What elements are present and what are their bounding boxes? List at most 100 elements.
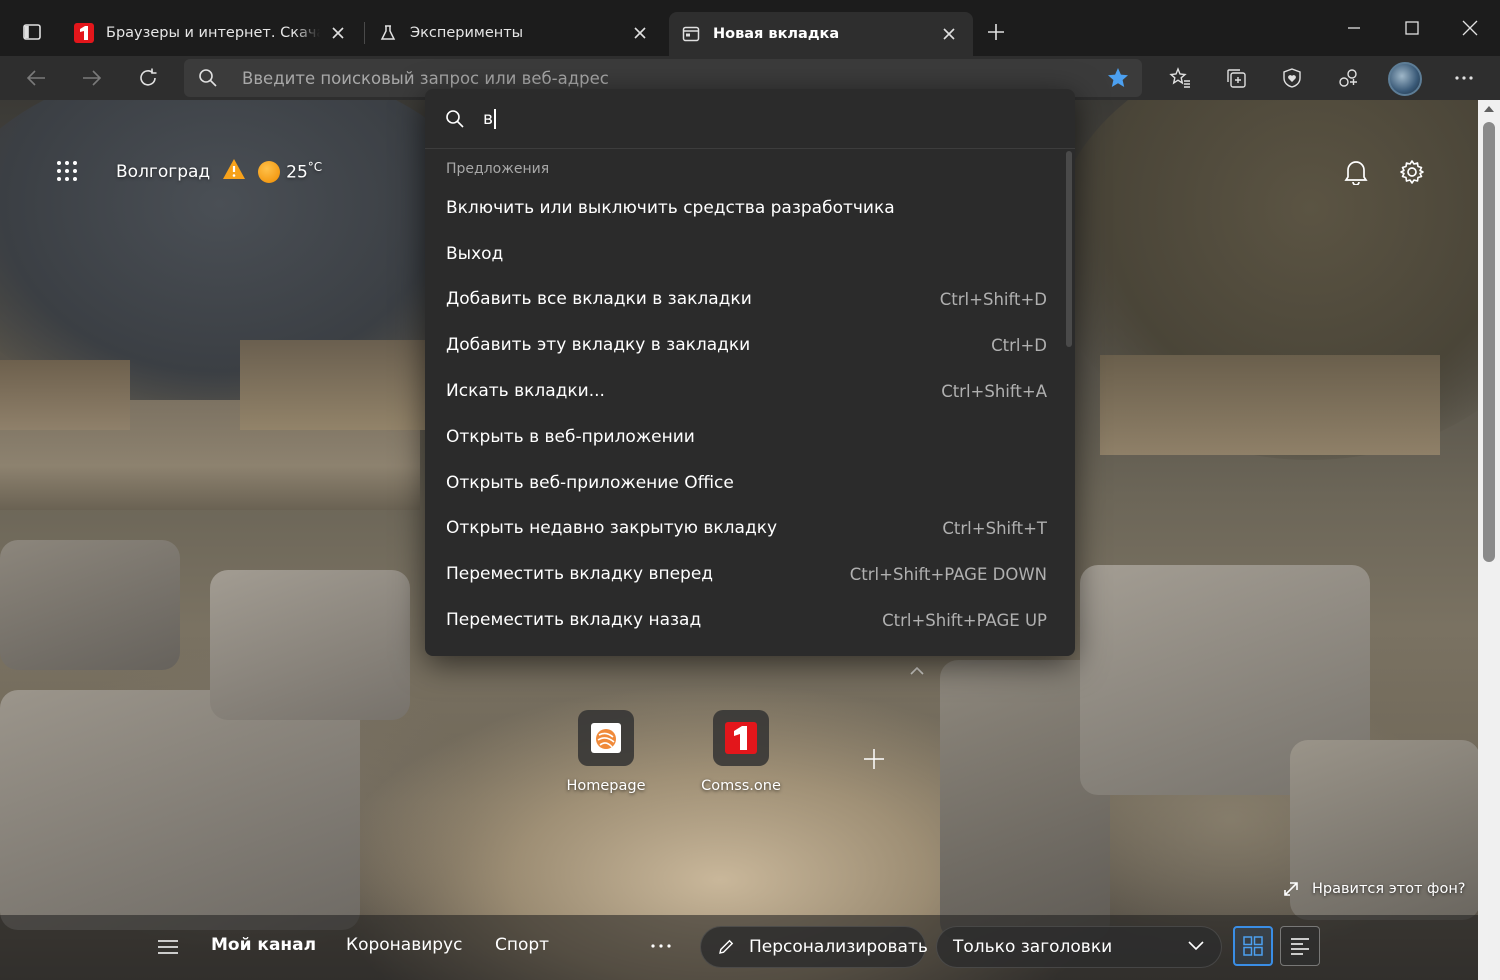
feed-navigation-bar: Мой канал Коронавирус Спорт Персонализир… xyxy=(0,915,1478,980)
maximize-button[interactable] xyxy=(1394,10,1430,46)
settings-and-more-button[interactable] xyxy=(1446,60,1482,96)
feed-view-select[interactable]: Только заголовки xyxy=(936,926,1222,968)
tab-new-tab[interactable]: Новая вкладка xyxy=(669,12,973,56)
weather-alert-icon xyxy=(222,158,246,185)
tab-actions-icon xyxy=(23,24,41,40)
hamburger-icon xyxy=(158,940,178,954)
suggestion-item[interactable]: Переместить вкладку вперед Ctrl+Shift+PAG… xyxy=(425,551,1075,597)
arrow-left-icon xyxy=(26,70,45,86)
suggestion-item[interactable]: Открыть в веб-приложении xyxy=(425,414,1075,460)
weather-city: Волгоград xyxy=(116,161,211,182)
quick-link-homepage[interactable]: Homepage xyxy=(551,710,661,794)
feed-tab-coronavirus[interactable]: Коронавирус xyxy=(346,935,462,955)
tab-close-button[interactable] xyxy=(937,22,961,46)
feed-more-button[interactable] xyxy=(646,933,676,959)
command-palette-search[interactable]: в xyxy=(425,89,1075,149)
app-launcher-button[interactable] xyxy=(52,156,82,186)
new-tab-button[interactable] xyxy=(980,16,1012,48)
tab-actions-button[interactable] xyxy=(14,14,50,50)
background-ruin xyxy=(240,340,430,430)
suggestion-shortcut: Ctrl+D xyxy=(991,335,1047,355)
suggestion-label: Открыть в веб-приложении xyxy=(446,426,695,447)
quick-link-label: Homepage xyxy=(566,778,646,794)
suggestion-shortcut: Ctrl+Shift+A xyxy=(941,381,1047,401)
suggestion-item[interactable]: Выход xyxy=(425,231,1075,277)
bell-icon xyxy=(1344,161,1368,185)
gear-icon xyxy=(1400,160,1424,184)
personalize-label: Персонализировать xyxy=(749,937,928,957)
heart-shield-icon xyxy=(1283,68,1301,88)
command-palette-scrollbar[interactable] xyxy=(1066,151,1072,347)
grid-view-button[interactable] xyxy=(1233,926,1273,966)
list-view-button[interactable] xyxy=(1280,926,1320,966)
forward-button[interactable] xyxy=(74,60,110,96)
background-rock xyxy=(0,540,180,670)
suggestion-label: Искать вкладки... xyxy=(446,381,605,402)
suggestion-shortcut: Ctrl+Shift+T xyxy=(942,518,1047,538)
feed-menu-button[interactable] xyxy=(150,932,186,962)
like-background-link[interactable]: Нравится этот фон? xyxy=(1282,880,1466,898)
quick-link-comss[interactable]: Comss.one xyxy=(686,710,796,794)
feed-tab-my-feed[interactable]: Мой канал xyxy=(211,935,316,955)
page-scrollbar[interactable] xyxy=(1478,100,1500,980)
close-icon xyxy=(943,28,955,40)
chevron-down-icon xyxy=(1187,939,1205,951)
tab-separator xyxy=(364,22,365,44)
suggestion-label: Включить или выключить средства разработ… xyxy=(446,197,895,218)
suggestion-label: Добавить все вкладки в закладки xyxy=(446,289,752,310)
collapse-quick-links-button[interactable] xyxy=(906,662,928,680)
suggestion-item[interactable]: Добавить все вкладки в закладки Ctrl+Shif… xyxy=(425,277,1075,323)
tab-comss[interactable]: Браузеры и интернет. Скачать беспл xyxy=(62,12,362,54)
background-ruin xyxy=(1100,355,1440,455)
tab-close-button[interactable] xyxy=(628,21,652,45)
suggestion-item[interactable]: Переместить вкладку назад Ctrl+Shift+PAGE… xyxy=(425,597,1075,643)
quick-link-tile xyxy=(578,710,634,766)
flask-icon xyxy=(378,23,398,43)
suggestion-item[interactable]: Добавить эту вкладку в закладки Ctrl+D xyxy=(425,322,1075,368)
refresh-button[interactable] xyxy=(130,60,166,96)
more-horizontal-icon xyxy=(1455,76,1473,80)
personalize-button[interactable]: Персонализировать xyxy=(700,926,928,968)
suggestion-label: Добавить эту вкладку в закладки xyxy=(446,335,751,356)
weather-widget[interactable]: Волгоград 25°C xyxy=(116,158,322,185)
temperature-unit: °C xyxy=(307,160,323,175)
pencil-icon xyxy=(717,938,735,956)
suggestion-item[interactable]: Включить или выключить средства разработ… xyxy=(425,185,1075,231)
plus-icon xyxy=(988,24,1004,40)
add-quick-link-button[interactable] xyxy=(860,745,888,773)
scroll-up-arrow-icon[interactable] xyxy=(1484,106,1494,112)
suggestion-item[interactable]: Искать вкладки... Ctrl+Shift+A xyxy=(425,368,1075,414)
minimize-icon xyxy=(1348,27,1360,29)
favorites-button[interactable] xyxy=(1162,60,1198,96)
feed-tab-sport[interactable]: Спорт xyxy=(495,935,549,955)
suggestion-label: Переместить вкладку вперед xyxy=(446,564,714,585)
browser-essentials-button[interactable] xyxy=(1274,60,1310,96)
command-palette-query: в xyxy=(483,108,494,129)
command-palette-input[interactable]: в xyxy=(483,108,496,129)
notifications-button[interactable] xyxy=(1338,154,1374,190)
address-placeholder: Введите поисковый запрос или веб-адрес xyxy=(242,68,609,88)
profile-avatar[interactable] xyxy=(1388,62,1422,96)
list-view-icon xyxy=(1291,938,1309,955)
suggestion-label: Переместить вкладку назад xyxy=(446,610,702,631)
page-settings-button[interactable] xyxy=(1394,154,1430,190)
minimize-button[interactable] xyxy=(1336,10,1372,46)
suggestion-shortcut: Ctrl+Shift+D xyxy=(939,289,1047,309)
suggestion-label: Выход xyxy=(446,243,504,264)
tab-experiments[interactable]: Эксперименты xyxy=(366,12,664,54)
background-ruin xyxy=(0,360,130,430)
scrollbar-thumb[interactable] xyxy=(1483,122,1495,562)
search-icon xyxy=(446,109,464,128)
extensions-button[interactable] xyxy=(1330,60,1366,96)
tab-title: Браузеры и интернет. Скачать беспл xyxy=(106,25,320,41)
collections-button[interactable] xyxy=(1218,60,1254,96)
suggestion-item[interactable]: Открыть веб-приложение Office xyxy=(425,460,1075,506)
suggestion-item[interactable]: Открыть недавно закрытую вкладку Ctrl+Shi… xyxy=(425,506,1075,552)
search-icon xyxy=(198,68,238,88)
quick-link-label: Comss.one xyxy=(701,778,781,794)
favorites-list-icon xyxy=(1169,67,1190,88)
tab-close-button[interactable] xyxy=(326,21,350,45)
back-button[interactable] xyxy=(18,60,54,96)
favorite-star-icon[interactable] xyxy=(1106,66,1130,94)
close-window-button[interactable] xyxy=(1452,10,1488,46)
